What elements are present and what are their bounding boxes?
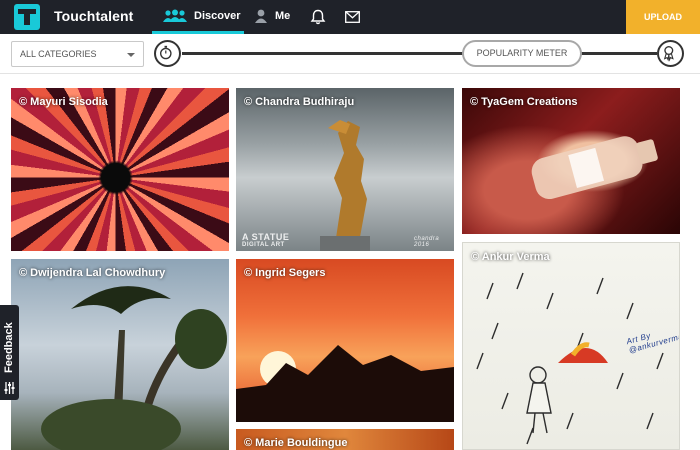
artwork-overlay-subtitle: DIGITAL ART bbox=[242, 242, 285, 248]
artwork-credit[interactable]: © Chandra Budhiraju bbox=[244, 96, 354, 108]
logo-icon[interactable] bbox=[14, 4, 40, 30]
nav-discover-label: Discover bbox=[194, 10, 241, 22]
popularity-meter-handle[interactable]: POPULARITY METER bbox=[462, 40, 582, 67]
award-icon[interactable] bbox=[657, 40, 684, 67]
artwork-card[interactable]: © Dwijendra Lal Chowdhury bbox=[11, 259, 229, 450]
artwork-overlay-title: A STATUE bbox=[242, 232, 290, 242]
stopwatch-icon[interactable] bbox=[154, 40, 181, 67]
artwork-card[interactable]: © Ingrid Segers bbox=[236, 259, 454, 422]
brand-name[interactable]: Touchtalent bbox=[54, 8, 133, 24]
bell-icon[interactable] bbox=[310, 9, 326, 25]
artwork-card[interactable]: © Chandra Budhiraju A STATUE DIGITAL ART… bbox=[236, 88, 454, 251]
tree-image bbox=[41, 286, 227, 450]
sliders-icon bbox=[4, 382, 15, 394]
artwork-card[interactable]: © Marie Bouldingue bbox=[236, 429, 454, 450]
artwork-credit[interactable]: © Ankur Verma bbox=[471, 251, 550, 263]
nav-discover[interactable]: Discover bbox=[152, 0, 244, 34]
popularity-meter-track[interactable] bbox=[182, 52, 657, 55]
person-icon bbox=[255, 9, 267, 23]
artwork-card[interactable]: © Ankur Verma Art By @ankurverma bbox=[462, 242, 680, 450]
feedback-tab[interactable]: Feedback bbox=[0, 305, 19, 400]
artwork-credit[interactable]: © Mayuri Sisodia bbox=[19, 96, 108, 108]
nav-me-label: Me bbox=[275, 10, 291, 22]
artwork-credit[interactable]: © Marie Bouldingue bbox=[244, 437, 347, 449]
artwork-signature: chandra 2016 bbox=[414, 236, 440, 248]
category-select-value: ALL CATEGORIES bbox=[20, 49, 97, 59]
artwork-credit[interactable]: © Dwijendra Lal Chowdhury bbox=[19, 267, 165, 279]
top-nav-bar: Touchtalent Discover Me UPLOAD bbox=[0, 0, 700, 34]
people-icon bbox=[163, 9, 187, 22]
chevron-down-icon bbox=[127, 53, 135, 57]
artwork-credit[interactable]: © Ingrid Segers bbox=[244, 267, 325, 279]
upload-button[interactable]: UPLOAD bbox=[626, 0, 700, 34]
sunset-image bbox=[236, 345, 454, 422]
mail-icon[interactable] bbox=[345, 11, 360, 23]
feedback-label: Feedback bbox=[3, 322, 15, 373]
category-select[interactable]: ALL CATEGORIES bbox=[11, 41, 144, 67]
bottle-image bbox=[531, 136, 658, 200]
artwork-card[interactable]: © Mayuri Sisodia bbox=[11, 88, 229, 251]
artwork-card[interactable]: © TyaGem Creations bbox=[462, 88, 680, 234]
statue-image bbox=[320, 120, 370, 251]
artwork-credit[interactable]: © TyaGem Creations bbox=[470, 96, 578, 108]
filter-bar: ALL CATEGORIES POPULARITY METER bbox=[0, 34, 700, 74]
